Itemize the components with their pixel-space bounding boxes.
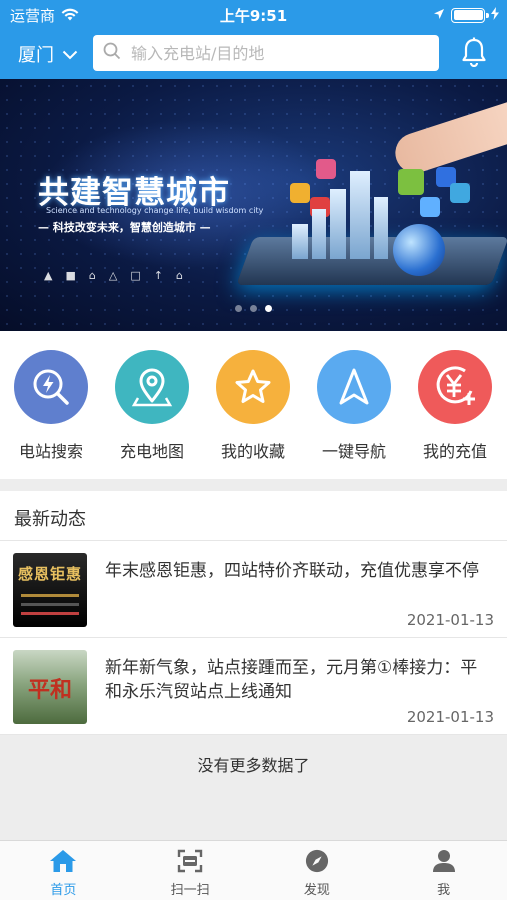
quick-actions: 电站搜索 充电地图 我的收藏 一键导航 我的充值 [0, 331, 507, 479]
banner-app-icon [398, 169, 424, 195]
banner-building [312, 209, 326, 259]
banner-subtitle-en: Science and technology change life, buil… [46, 206, 264, 215]
banner-building [350, 171, 370, 259]
search-input[interactable] [131, 43, 421, 63]
tab-home[interactable]: 首页 [0, 841, 127, 900]
city-label: 厦门 [18, 45, 54, 66]
news-section: 最新动态 感恩钜惠 年末感恩钜惠，四站特价齐联动，充值优惠享不停 2021-01… [0, 491, 507, 735]
news-date: 2021-01-13 [406, 708, 494, 726]
quick-label: 我的收藏 [220, 442, 285, 461]
pagination-dot[interactable] [235, 305, 242, 312]
banner-small-icon: ▲ [44, 269, 53, 282]
banner-icon-row: ▲ ■ ⌂ △ □ ↑ ⌂ [44, 269, 183, 282]
news-item[interactable]: 平和 新年新气象，站点接踵而至，元月第①棒接力：平和永乐汽贸站点上线通知 202… [0, 638, 507, 735]
pagination-dot[interactable] [250, 305, 257, 312]
quick-favorites[interactable]: 我的收藏 [213, 350, 293, 462]
news-title: 年末感恩钜惠，四站特价齐联动，充值优惠享不停 [105, 561, 479, 581]
star-icon [216, 350, 290, 424]
banner-app-icon [450, 183, 470, 203]
no-more-data-text: 没有更多数据了 [197, 756, 310, 775]
quick-label: 一键导航 [321, 442, 386, 461]
pagination-dot-active[interactable] [265, 305, 272, 312]
quick-label: 电站搜索 [18, 442, 83, 461]
banner-building [330, 189, 346, 259]
quick-charge-map[interactable]: 充电地图 [112, 350, 192, 462]
top-bar: 运营商 上午9:51 厦门 [0, 0, 507, 79]
news-title: 新年新气象，站点接踵而至，元月第①棒接力：平和永乐汽贸站点上线通知 [105, 658, 478, 702]
thumb-text: 感恩钜惠 [17, 565, 82, 583]
location-arrow-icon [433, 6, 445, 24]
news-thumbnail: 感恩钜惠 [13, 553, 87, 627]
battery-icon [451, 7, 489, 23]
yen-recharge-icon [418, 350, 492, 424]
tab-discover[interactable]: 发现 [254, 841, 381, 900]
status-right [433, 6, 499, 24]
quick-recharge[interactable]: 我的充值 [415, 350, 495, 462]
navigation-arrow-icon [317, 350, 391, 424]
banner-small-icon: ⌂ [88, 269, 96, 282]
quick-label: 充电地图 [119, 442, 184, 461]
thumb-text: 平和 [27, 678, 72, 703]
banner-small-icon: ■ [65, 269, 76, 282]
scan-icon [176, 849, 204, 877]
tab-me[interactable]: 我 [380, 841, 507, 900]
banner-app-icon [316, 159, 336, 179]
search-icon [103, 42, 121, 64]
banner-small-icon: △ [108, 269, 118, 282]
news-item[interactable]: 感恩钜惠 年末感恩钜惠，四站特价齐联动，充值优惠享不停 2021-01-13 [0, 541, 507, 638]
quick-station-search[interactable]: 电站搜索 [11, 350, 91, 462]
banner-building [292, 224, 308, 259]
app-screen: 运营商 上午9:51 厦门 输入充电站/目的地 共建智慧城市 Science a… [0, 0, 507, 900]
user-icon [431, 850, 457, 877]
home-icon [49, 850, 77, 877]
banner-small-icon: ⌂ [175, 269, 183, 282]
chevron-down-icon [62, 44, 78, 65]
status-time: 上午9:51 [219, 7, 288, 25]
map-pin-icon [115, 350, 189, 424]
banner-subtitle-cn: — 科技改变未来，智慧创造城市 — [38, 221, 211, 234]
tab-scan[interactable]: 扫一扫 [127, 841, 254, 900]
notification-bell-button[interactable] [461, 37, 487, 71]
tab-bar: 首页 扫一扫 发现 我 [0, 840, 507, 900]
tab-label: 扫一扫 [170, 883, 210, 898]
news-date: 2021-01-13 [406, 611, 494, 629]
nav-row: 厦门 [0, 33, 507, 73]
banner-small-icon: ↑ [153, 269, 163, 282]
tab-label: 发现 [303, 883, 330, 898]
bolt-search-icon [14, 350, 88, 424]
tab-label: 我 [437, 883, 451, 898]
city-selector[interactable]: 厦门 [18, 41, 78, 67]
banner-globe [393, 224, 445, 276]
banner-tablet-image [236, 237, 507, 285]
news-thumbnail: 平和 [13, 650, 87, 724]
quick-navigation[interactable]: 一键导航 [314, 350, 394, 462]
quick-label: 我的充值 [422, 442, 487, 461]
banner-building [374, 197, 388, 259]
banner-pagination [0, 305, 507, 312]
status-bar: 运营商 上午9:51 [0, 0, 507, 28]
bell-icon [461, 37, 487, 71]
search-box[interactable] [93, 35, 439, 71]
compass-icon [304, 849, 330, 877]
tab-label: 首页 [50, 883, 77, 898]
banner-app-icon [420, 197, 440, 217]
banner-small-icon: □ [130, 269, 141, 282]
news-heading: 最新动态 [0, 491, 507, 541]
promo-banner[interactable]: 共建智慧城市 Science and technology change lif… [0, 79, 507, 331]
charging-bolt-icon [491, 6, 499, 24]
banner-app-icon [290, 183, 310, 203]
